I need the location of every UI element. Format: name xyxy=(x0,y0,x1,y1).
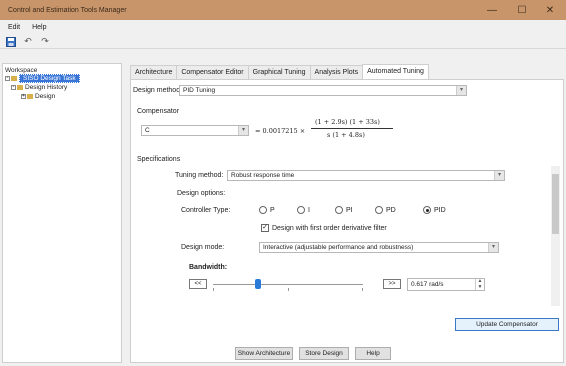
design-method-label: Design method: xyxy=(133,87,183,94)
bandwidth-slider-track[interactable] xyxy=(213,284,363,285)
vertical-scrollbar[interactable] xyxy=(551,166,560,306)
menu-help[interactable]: Help xyxy=(32,24,46,31)
radio-icon xyxy=(335,206,343,214)
checkmark-icon: ✓ xyxy=(261,224,269,232)
controller-type-label: Controller Type: xyxy=(181,207,231,214)
tuning-method-label: Tuning method: xyxy=(175,172,224,179)
specifications-section-label: Specifications xyxy=(137,156,181,163)
design-method-select[interactable]: PID Tuning ▾ xyxy=(179,85,467,96)
compensator-select[interactable]: C ▾ xyxy=(141,125,249,136)
chevron-down-icon: ▾ xyxy=(456,86,466,95)
derivative-filter-checkbox[interactable]: ✓ Design with first order derivative filt… xyxy=(261,224,387,232)
undo-icon[interactable]: ↶ xyxy=(22,36,34,47)
chevron-down-icon: ▾ xyxy=(494,171,504,180)
title-bar: Control and Estimation Tools Manager — ☐… xyxy=(0,0,566,20)
controller-type-pid[interactable]: PID xyxy=(423,206,446,214)
maximize-button[interactable]: ☐ xyxy=(512,3,532,17)
design-mode-label: Design mode: xyxy=(181,244,225,251)
menu-edit[interactable]: Edit xyxy=(8,24,20,31)
tree-node-workspace[interactable]: Workspace xyxy=(5,67,37,74)
tree-node-design[interactable]: + Design xyxy=(21,93,55,100)
main-panel: Architecture Compensator Editor Graphica… xyxy=(126,63,564,363)
compensator-numerator: (1 + 2.9s) (1 + 33s) xyxy=(315,118,380,126)
store-design-button[interactable]: Store Design xyxy=(299,347,349,360)
workspace-tree: Workspace - SISO Design Task - Design Hist… xyxy=(2,63,122,363)
spinner-arrows[interactable]: ▲ ▼ xyxy=(475,279,484,290)
tab-analysis-plots[interactable]: Analysis Plots xyxy=(309,65,364,79)
design-options-label: Design options: xyxy=(177,190,226,197)
show-architecture-button[interactable]: Show Architecture xyxy=(235,347,293,360)
scrollbar-thumb[interactable] xyxy=(552,174,559,234)
bandwidth-label: Bandwidth: xyxy=(189,264,228,271)
menu-bar: Edit Help xyxy=(0,20,566,34)
slider-tick xyxy=(362,288,363,291)
collapse-icon[interactable]: - xyxy=(11,84,16,90)
tree-node-design-history[interactable]: - Design History xyxy=(11,84,67,91)
folder-icon xyxy=(27,93,33,99)
tuning-method-select[interactable]: Robust response time ▾ xyxy=(227,170,505,181)
slider-tick xyxy=(288,288,289,291)
save-icon[interactable] xyxy=(5,36,17,47)
tree-node-siso-task[interactable]: - SISO Design Task xyxy=(5,74,80,83)
slider-tick xyxy=(213,288,214,291)
bandwidth-decrease-button[interactable]: << xyxy=(189,279,207,289)
bandwidth-increase-button[interactable]: >> xyxy=(383,279,401,289)
compensator-section-label: Compensator xyxy=(137,108,180,115)
expand-icon[interactable]: + xyxy=(21,93,26,99)
chevron-down-icon: ▾ xyxy=(238,126,248,135)
controller-type-pd[interactable]: PD xyxy=(375,206,396,214)
redo-icon[interactable]: ↷ xyxy=(39,36,51,47)
chevron-down-icon: ▾ xyxy=(488,243,498,252)
tab-compensator-editor[interactable]: Compensator Editor xyxy=(176,65,249,79)
tab-graphical-tuning[interactable]: Graphical Tuning xyxy=(247,65,311,79)
tab-strip: Architecture Compensator Editor Graphica… xyxy=(130,64,429,79)
compensator-gain: = 0.0017215 × xyxy=(255,127,306,135)
fraction-line xyxy=(311,128,393,129)
close-button[interactable]: ✕ xyxy=(540,3,560,17)
controller-type-pi[interactable]: PI xyxy=(335,206,353,214)
tab-automated-tuning[interactable]: Automated Tuning xyxy=(362,64,429,79)
help-button[interactable]: Help xyxy=(355,347,391,360)
compensator-denominator: s (1 + 4.8s) xyxy=(327,131,365,139)
bandwidth-slider-thumb[interactable] xyxy=(255,279,261,289)
minimize-button[interactable]: — xyxy=(482,3,502,17)
folder-icon xyxy=(17,84,23,90)
radio-selected-icon xyxy=(423,206,431,214)
radio-icon xyxy=(375,206,383,214)
folder-icon xyxy=(11,75,17,81)
toolbar: ↶ ↷ xyxy=(0,35,566,49)
controller-type-i[interactable]: I xyxy=(297,206,310,214)
tab-architecture[interactable]: Architecture xyxy=(130,65,178,79)
collapse-icon[interactable]: - xyxy=(5,75,10,81)
bandwidth-value-field[interactable]: 0.617 rad/s ▲ ▼ xyxy=(407,278,485,291)
radio-icon xyxy=(297,206,305,214)
automated-tuning-panel: Design method: PID Tuning ▾ Compensator … xyxy=(130,79,564,363)
radio-icon xyxy=(259,206,267,214)
spin-down-icon[interactable]: ▼ xyxy=(476,284,484,291)
window-title: Control and Estimation Tools Manager xyxy=(8,6,127,14)
design-mode-select[interactable]: Interactive (adjustable performance and … xyxy=(259,242,499,253)
update-compensator-button[interactable]: Update Compensator xyxy=(455,318,559,331)
controller-type-p[interactable]: P xyxy=(259,206,275,214)
